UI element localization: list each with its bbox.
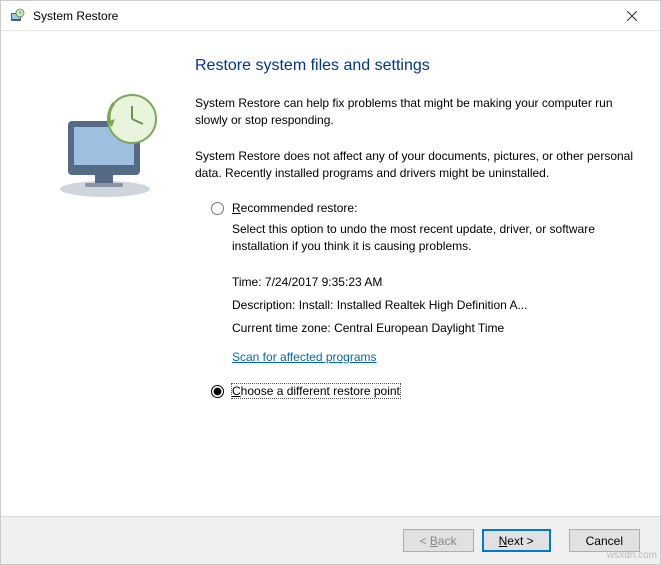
restore-options: Recommended restore: Select this option … (211, 201, 636, 404)
system-restore-icon (9, 8, 25, 24)
wizard-footer: < Back Next > Cancel (1, 516, 660, 564)
restore-timezone: Current time zone: Central European Dayl… (232, 317, 636, 340)
description-1: System Restore can help fix problems tha… (195, 95, 636, 130)
restore-time: Time: 7/24/2017 9:35:23 AM (232, 271, 636, 294)
close-button[interactable] (612, 2, 652, 30)
wizard-graphic-panel (25, 51, 195, 506)
back-button: < Back (403, 529, 474, 552)
next-button[interactable]: Next > (482, 529, 551, 552)
content-area: Restore system files and settings System… (1, 31, 660, 516)
cancel-button[interactable]: Cancel (569, 529, 640, 552)
page-heading: Restore system files and settings (195, 57, 636, 75)
restore-description: Description: Install: Installed Realtek … (232, 294, 636, 317)
recommended-restore-description: Select this option to undo the most rece… (232, 221, 636, 256)
window-title: System Restore (33, 9, 612, 23)
recommended-restore-radio[interactable] (211, 202, 224, 215)
description-2: System Restore does not affect any of yo… (195, 148, 636, 183)
wizard-content: Restore system files and settings System… (195, 51, 636, 506)
different-restore-option[interactable]: Choose a different restore point (211, 384, 636, 398)
different-restore-label: Choose a different restore point (232, 384, 400, 398)
restore-point-details: Time: 7/24/2017 9:35:23 AM Description: … (232, 271, 636, 339)
different-restore-radio[interactable] (211, 385, 224, 398)
recommended-restore-label: Recommended restore: (232, 201, 357, 215)
scan-affected-programs-link[interactable]: Scan for affected programs (232, 350, 377, 364)
recommended-restore-option[interactable]: Recommended restore: (211, 201, 636, 215)
titlebar: System Restore (1, 1, 660, 31)
system-restore-graphic-icon (50, 91, 170, 201)
